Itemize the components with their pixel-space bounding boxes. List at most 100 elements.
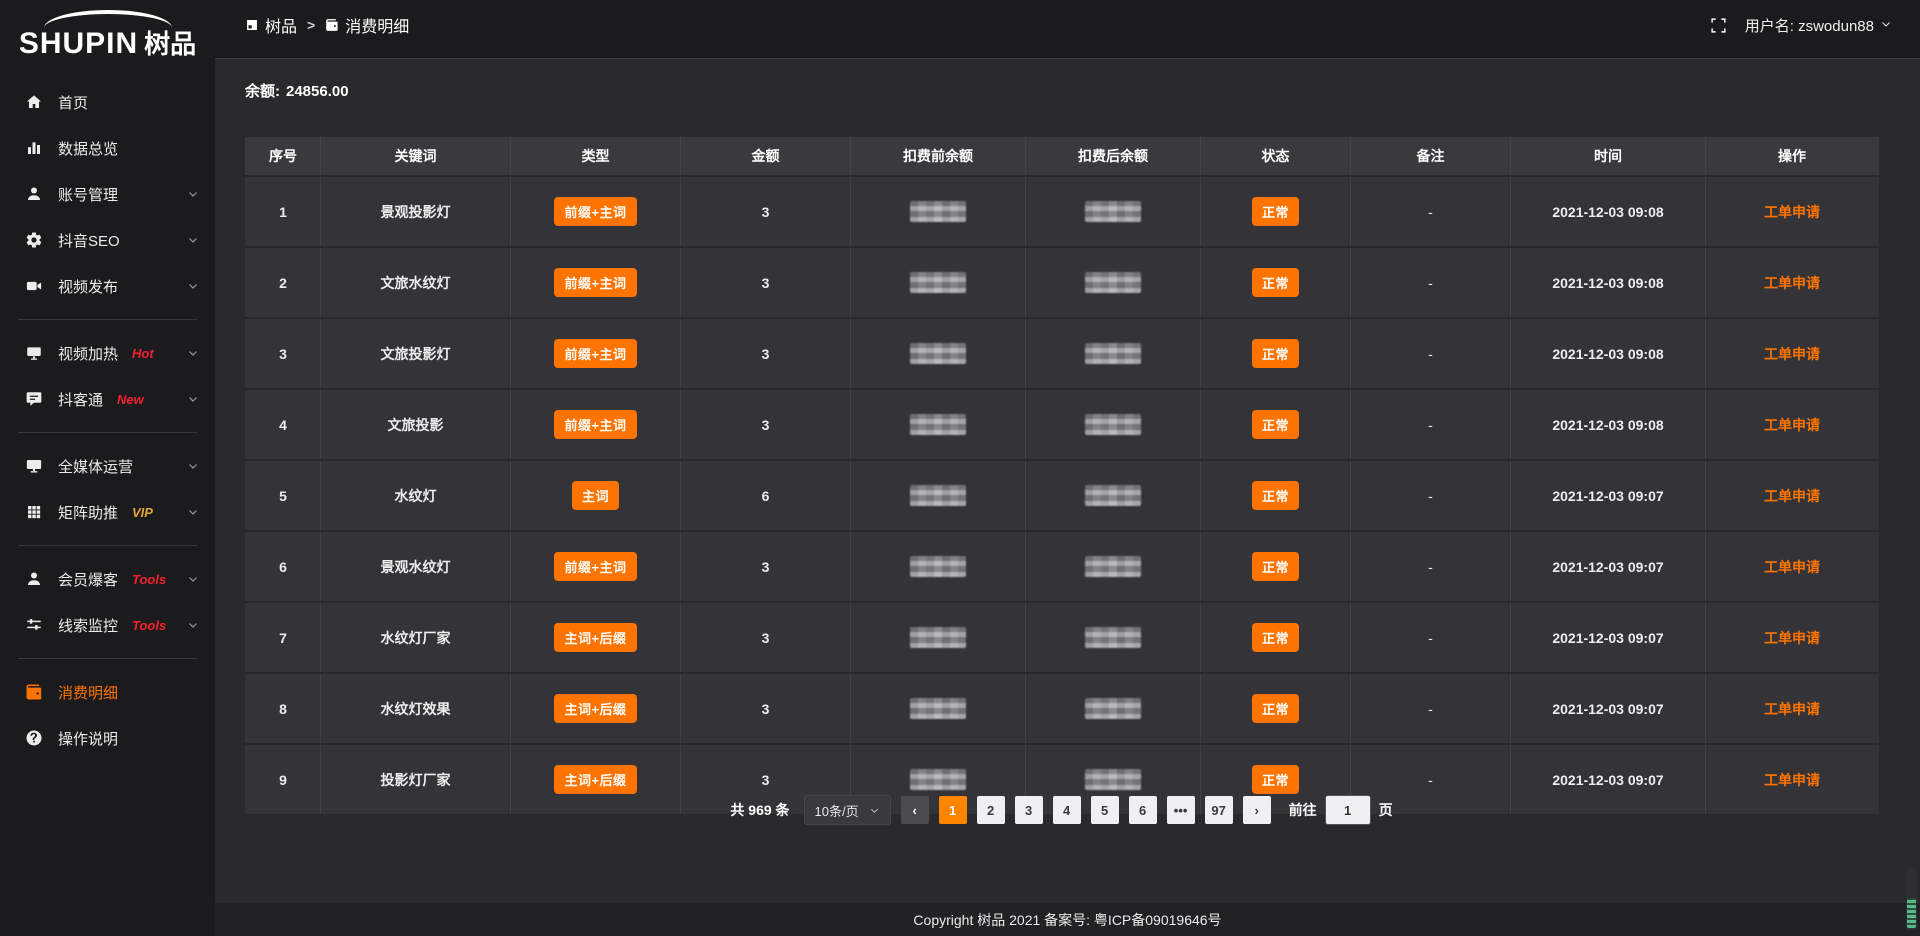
sidebar-item-label: 矩阵助推: [58, 502, 118, 523]
balance: 余额:24856.00: [245, 80, 349, 101]
page-size-select[interactable]: 10条/页: [804, 795, 891, 825]
goto-page: 前往 页: [1289, 795, 1393, 825]
cell-index: 4: [246, 389, 321, 460]
sidebar-divider: [18, 319, 197, 320]
cell-remark: -: [1351, 176, 1511, 247]
column-header: 扣费后余额: [1026, 137, 1201, 176]
cell-balance-after: [1026, 602, 1201, 673]
sidebar-item-tag: Hot: [132, 346, 154, 361]
monitor-icon: [24, 456, 44, 476]
grid-icon: [24, 502, 44, 522]
table-row: 4文旅投影前缀+主词3正常-2021-12-03 09:08工单申请: [246, 389, 1879, 460]
page-button-5[interactable]: 5: [1091, 796, 1119, 824]
status-badge: 正常: [1252, 765, 1299, 794]
sidebar-item-operation-guide[interactable]: 操作说明: [0, 715, 215, 761]
sidebar-item-account-manage[interactable]: 账号管理: [0, 171, 215, 217]
cell-type: 前缀+主词: [511, 318, 681, 389]
action-link[interactable]: 工单申请: [1764, 772, 1820, 788]
cell-balance-after: [1026, 176, 1201, 247]
page-button-3[interactable]: 3: [1015, 796, 1043, 824]
action-link[interactable]: 工单申请: [1764, 559, 1820, 575]
sidebar-item-member-burst[interactable]: 会员爆客Tools: [0, 556, 215, 602]
type-badge: 前缀+主词: [554, 339, 636, 368]
next-page-button[interactable]: ›: [1243, 796, 1271, 824]
breadcrumb-item[interactable]: 消费明细: [325, 13, 409, 37]
column-header: 类型: [511, 137, 681, 176]
cell-time: 2021-12-03 09:07: [1511, 460, 1706, 531]
chevron-down-icon: [187, 460, 199, 472]
sidebar-item-home[interactable]: 首页: [0, 79, 215, 125]
masked-balance-after: [1085, 698, 1141, 719]
table-header-row: 序号关键词类型金额扣费前余额扣费后余额状态备注时间操作: [246, 137, 1879, 176]
cell-index: 3: [246, 318, 321, 389]
page-button-4[interactable]: 4: [1053, 796, 1081, 824]
action-link[interactable]: 工单申请: [1764, 275, 1820, 291]
cell-remark: -: [1351, 531, 1511, 602]
wallet-icon: [24, 682, 44, 702]
breadcrumb-label: 消费明细: [345, 13, 409, 37]
home-icon: [24, 92, 44, 112]
masked-balance-before: [910, 769, 966, 790]
action-link[interactable]: 工单申请: [1764, 417, 1820, 433]
app-icon: [245, 18, 259, 32]
sidebar-item-label: 全媒体运营: [58, 456, 133, 477]
sidebar-item-douketong[interactable]: 抖客通New: [0, 376, 215, 422]
scrollbar[interactable]: [1906, 868, 1917, 930]
cell-index: 6: [246, 531, 321, 602]
sidebar-item-label: 会员爆客: [58, 569, 118, 590]
page-button-6[interactable]: 6: [1129, 796, 1157, 824]
sidebar-item-clue-monitor[interactable]: 线索监控Tools: [0, 602, 215, 648]
sidebar-item-consume-detail[interactable]: 消费明细: [0, 669, 215, 715]
action-link[interactable]: 工单申请: [1764, 204, 1820, 220]
sidebar-divider: [18, 432, 197, 433]
topbar-right: 用户名: zswodun88: [1710, 15, 1892, 36]
sidebar-item-all-media[interactable]: 全媒体运营: [0, 443, 215, 489]
user-menu[interactable]: 用户名: zswodun88: [1745, 15, 1892, 36]
topbar: 树品>消费明细 用户名: zswodun88: [215, 0, 1920, 59]
masked-balance-after: [1085, 627, 1141, 648]
column-header: 序号: [246, 137, 321, 176]
action-link[interactable]: 工单申请: [1764, 346, 1820, 362]
sidebar-item-matrix-boost[interactable]: 矩阵助推VIP: [0, 489, 215, 535]
cell-status: 正常: [1201, 318, 1351, 389]
action-link[interactable]: 工单申请: [1764, 630, 1820, 646]
breadcrumb-item[interactable]: 树品: [245, 13, 297, 37]
cell-status: 正常: [1201, 602, 1351, 673]
page-button-2[interactable]: 2: [977, 796, 1005, 824]
prev-page-button[interactable]: ‹: [901, 796, 929, 824]
scrollbar-thumb[interactable]: [1907, 898, 1916, 928]
cell-amount: 3: [681, 389, 851, 460]
cell-balance-before: [851, 531, 1026, 602]
goto-page-input[interactable]: [1325, 795, 1371, 825]
status-badge: 正常: [1252, 552, 1299, 581]
cell-type: 前缀+主词: [511, 389, 681, 460]
column-header: 时间: [1511, 137, 1706, 176]
masked-balance-after: [1085, 556, 1141, 577]
column-header: 扣费前余额: [851, 137, 1026, 176]
user-icon: [24, 569, 44, 589]
sidebar-item-data-overview[interactable]: 数据总览: [0, 125, 215, 171]
cell-keyword: 水纹灯厂家: [321, 602, 511, 673]
page-button-97[interactable]: 97: [1205, 796, 1233, 824]
cell-balance-before: [851, 247, 1026, 318]
sidebar-item-douyin-seo[interactable]: 抖音SEO: [0, 217, 215, 263]
sidebar-divider: [18, 545, 197, 546]
page-button-1[interactable]: 1: [939, 796, 967, 824]
sidebar-item-tag: Tools: [132, 618, 166, 633]
cell-status: 正常: [1201, 531, 1351, 602]
page-ellipsis-button[interactable]: •••: [1167, 796, 1195, 824]
action-link[interactable]: 工单申请: [1764, 488, 1820, 504]
chat-icon: [24, 389, 44, 409]
sidebar-item-video-heat[interactable]: 视频加热Hot: [0, 330, 215, 376]
cell-status: 正常: [1201, 247, 1351, 318]
sidebar-item-video-publish[interactable]: 视频发布: [0, 263, 215, 309]
cell-balance-before: [851, 673, 1026, 744]
cell-index: 2: [246, 247, 321, 318]
cell-balance-after: [1026, 531, 1201, 602]
type-badge: 主词+后缀: [554, 623, 636, 652]
type-badge: 前缀+主词: [554, 410, 636, 439]
cell-remark: -: [1351, 318, 1511, 389]
fullscreen-icon[interactable]: [1710, 17, 1727, 34]
status-badge: 正常: [1252, 197, 1299, 226]
action-link[interactable]: 工单申请: [1764, 701, 1820, 717]
